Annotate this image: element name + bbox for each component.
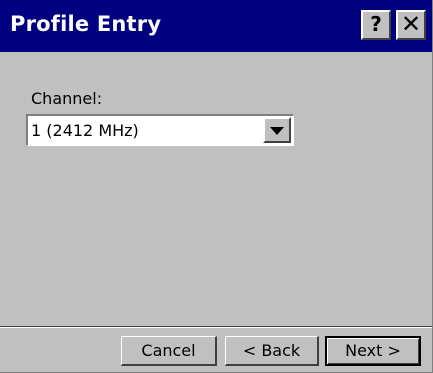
next-button[interactable]: Next > (325, 336, 421, 366)
title-bar: Profile Entry ? ✕ (0, 0, 432, 52)
channel-select-value: 1 (2412 MHz) (31, 121, 139, 140)
cancel-button[interactable]: Cancel (121, 336, 217, 366)
channel-label: Channel: (31, 89, 103, 108)
profile-entry-window: Profile Entry ? ✕ Channel: 1 (2412 MHz) … (0, 0, 433, 373)
close-icon: ✕ (400, 10, 422, 38)
back-button[interactable]: < Back (225, 336, 319, 366)
close-button[interactable]: ✕ (396, 10, 426, 40)
channel-dropdown-button[interactable] (263, 117, 291, 143)
footer-divider-highlight (0, 327, 432, 328)
channel-select[interactable]: 1 (2412 MHz) (26, 114, 294, 146)
help-button[interactable]: ? (361, 10, 391, 40)
chevron-down-icon (270, 127, 284, 135)
window-title: Profile Entry (10, 12, 162, 36)
